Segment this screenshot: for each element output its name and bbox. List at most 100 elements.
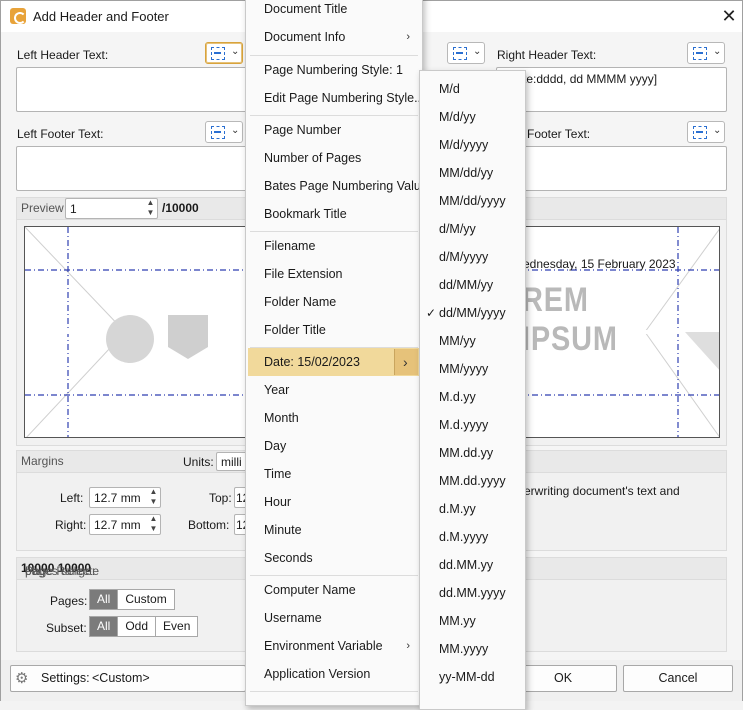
macro-icon <box>211 126 225 139</box>
menu-item-seconds[interactable]: Seconds <box>246 544 422 572</box>
settings-button[interactable]: ⚙ Settings: <Custom> <box>10 665 246 692</box>
macro-icon <box>453 47 467 60</box>
date-format-option[interactable]: d/M/yyyy <box>420 243 525 271</box>
chevron-right-icon: › <box>406 31 410 43</box>
menu-item-page-numbering-style[interactable]: Page Numbering Style: 1 <box>246 56 422 84</box>
chevron-right-icon: › <box>406 640 410 652</box>
margin-right-spinner[interactable]: 12.7 mm ▲ ▼ <box>89 514 161 535</box>
menu-item-month[interactable]: Month <box>246 404 422 432</box>
date-format-option[interactable]: MM.dd.yyyy <box>420 467 525 495</box>
left-footer-label: Left Footer Text: <box>17 127 104 141</box>
menu-item-computer-name[interactable]: Computer Name <box>246 576 422 604</box>
menu-item-minute[interactable]: Minute <box>246 516 422 544</box>
spinner-arrows-icon[interactable]: ▲ ▼ <box>149 487 158 507</box>
menu-item-username[interactable]: Username <box>246 604 422 632</box>
date-format-option[interactable]: MM/dd/yy <box>420 159 525 187</box>
spinner-arrows-icon[interactable]: ▲ ▼ <box>149 514 158 534</box>
margin-right-value: 12.7 mm <box>94 518 141 532</box>
menu-item-edit-page-numbering-style[interactable]: Edit Page Numbering Style... <box>246 84 425 112</box>
ok-button-label: OK <box>553 671 573 685</box>
date-format-option[interactable]: d/M/yy <box>420 215 525 243</box>
date-format-submenu: M/d M/d/yy M/d/yyyy MM/dd/yy MM/dd/yyyy … <box>419 70 526 710</box>
menu-item-folder-name[interactable]: Folder Name <box>246 288 422 316</box>
menu-item-document-info[interactable]: Document Info › <box>246 23 422 51</box>
date-format-option[interactable]: MM.yyyy <box>420 635 525 663</box>
settings-value: <Custom> <box>92 671 150 685</box>
left-header-label: Left Header Text: <box>17 48 109 62</box>
chevron-down-icon: ⌄ <box>231 46 240 57</box>
page-range-summary: Page Range: 10000 of 10000 pages selecte <box>21 561 99 578</box>
left-header-textarea[interactable] <box>16 67 248 112</box>
date-format-option[interactable]: M/d <box>420 75 525 103</box>
chevron-down-icon: ⌄ <box>713 125 722 136</box>
date-format-option[interactable]: M/d/yyyy <box>420 131 525 159</box>
menu-item-time[interactable]: Time <box>246 460 422 488</box>
menu-item-page-number[interactable]: Page Number <box>246 116 422 144</box>
subset-all-option[interactable]: All <box>90 617 119 636</box>
chevron-down-icon: ⌄ <box>713 46 722 57</box>
date-format-option-selected[interactable]: ✓ dd/MM/yyyy <box>420 299 525 327</box>
right-header-macro-button[interactable]: ⌄ <box>687 42 725 64</box>
right-footer-label: Footer Text: <box>527 127 591 141</box>
menu-item-bates-numbering[interactable]: Bates Page Numbering Value <box>246 172 428 200</box>
date-format-option[interactable]: MM.dd.yy <box>420 439 525 467</box>
menu-item-filename[interactable]: Filename <box>246 232 422 260</box>
menu-item-day[interactable]: Day <box>246 432 422 460</box>
menu-item-document-title[interactable]: Document Title <box>246 0 422 23</box>
subset-even-option[interactable]: Even <box>156 617 197 636</box>
date-format-option[interactable]: MM/yyyy <box>420 355 525 383</box>
pages-custom-option[interactable]: Custom <box>118 590 173 609</box>
date-format-option[interactable]: M.d.yy <box>420 383 525 411</box>
right-footer-macro-button[interactable]: ⌄ <box>687 121 725 143</box>
margin-bottom-label: Bottom: <box>188 518 230 532</box>
right-header-textarea[interactable]: te:dddd, dd MMMM yyyy] <box>496 67 727 112</box>
spinner-arrows-icon[interactable]: ▲ ▼ <box>146 198 155 218</box>
menu-item-date[interactable]: Date: 15/02/2023 <box>248 348 420 376</box>
page-range-suffix: pages selecte <box>25 564 100 578</box>
menu-item-file-extension[interactable]: File Extension <box>246 260 422 288</box>
right-header-text: te:dddd, dd MMMM yyyy] <box>523 72 658 86</box>
macro-icon <box>693 126 707 139</box>
macro-menu: Document Title Document Info › Page Numbe… <box>245 0 428 706</box>
cancel-button[interactable]: Cancel <box>623 665 733 692</box>
margin-left-spinner[interactable]: 12.7 mm ▲ ▼ <box>89 487 161 508</box>
menu-item-application-version[interactable]: Application Version <box>246 660 422 688</box>
center-header-macro-button[interactable]: ⌄ <box>447 42 485 64</box>
left-footer-macro-button[interactable]: ⌄ <box>205 121 243 143</box>
menu-item-year[interactable]: Year <box>246 376 422 404</box>
date-format-option[interactable]: dd.MM.yy <box>420 551 525 579</box>
date-format-option[interactable]: M/d/yy <box>420 103 525 131</box>
chevron-down-icon: ⌄ <box>231 125 240 136</box>
menu-item-number-of-pages[interactable]: Number of Pages <box>246 144 422 172</box>
menu-item-bookmark-title[interactable]: Bookmark Title <box>246 200 422 228</box>
macro-icon <box>211 47 225 60</box>
menu-separator <box>250 691 418 692</box>
pages-all-option[interactable]: All <box>90 590 119 609</box>
overlap-option-text: erwriting document's text and <box>524 484 680 498</box>
margin-top-label: Top: <box>209 491 232 505</box>
menu-item-hour[interactable]: Hour <box>246 488 422 516</box>
pages-toggle: All Custom <box>89 589 175 610</box>
date-format-option[interactable]: dd/MM/yy <box>420 271 525 299</box>
date-format-option[interactable]: d.M.yy <box>420 495 525 523</box>
date-format-option[interactable]: dd.MM.yyyy <box>420 579 525 607</box>
date-format-option[interactable]: yy-MM-dd <box>420 663 525 691</box>
left-footer-textarea[interactable] <box>16 146 248 191</box>
cancel-button-label: Cancel <box>658 671 698 685</box>
margin-left-label: Left: <box>60 491 84 505</box>
date-format-option[interactable]: MM.yy <box>420 607 525 635</box>
menu-item-environment-variable[interactable]: Environment Variable › <box>246 632 422 660</box>
subset-odd-option[interactable]: Odd <box>118 617 157 636</box>
menu-item-folder-title[interactable]: Folder Title <box>246 316 422 344</box>
date-format-option[interactable]: MM/dd/yyyy <box>420 187 525 215</box>
margin-right-label: Right: <box>55 518 87 532</box>
preview-page-spinner[interactable]: 1 ▲ ▼ <box>65 198 158 219</box>
date-format-option[interactable]: MM/yy <box>420 327 525 355</box>
right-footer-textarea[interactable] <box>496 146 727 191</box>
date-format-option[interactable]: d.M.yyyy <box>420 523 525 551</box>
date-format-option[interactable]: M.d.yyyy <box>420 411 525 439</box>
preview-total-pages: /10000 <box>162 201 199 215</box>
preview-lorem-text: REM IPSUM <box>522 281 618 358</box>
left-header-macro-button[interactable]: ⌄ <box>205 42 243 64</box>
close-icon[interactable]: ✕ <box>717 5 741 27</box>
